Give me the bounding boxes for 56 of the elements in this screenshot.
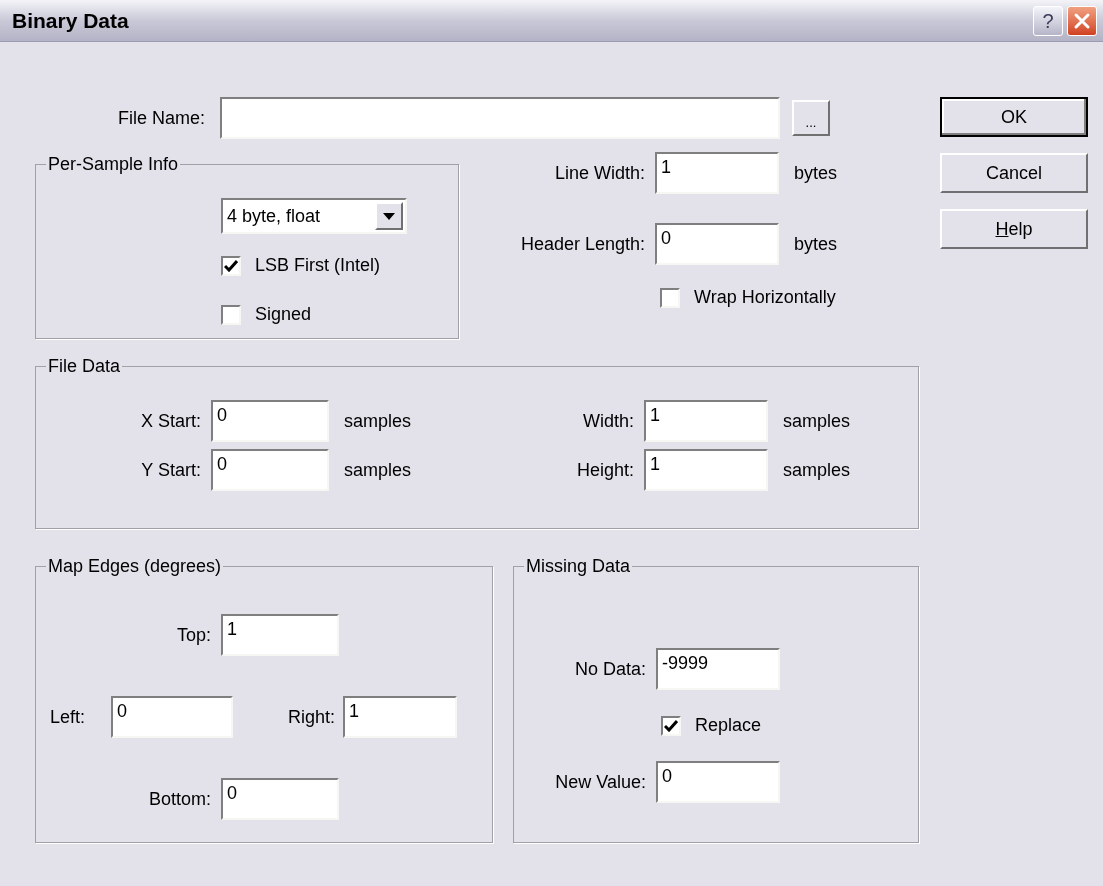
input-field[interactable]: 0 xyxy=(211,400,329,442)
field-label: Top: xyxy=(175,623,212,647)
checkbox-label: LSB First (Intel) xyxy=(255,254,381,277)
group-title: Map Edges (degrees) xyxy=(47,555,223,578)
input-field[interactable]: 1 xyxy=(644,449,768,491)
field-label: Header Length: xyxy=(519,232,646,256)
input-field[interactable]: 0 xyxy=(111,696,233,738)
dialog-button[interactable]: OK xyxy=(940,97,1088,137)
close-button[interactable] xyxy=(1067,5,1097,36)
unit-label: samples xyxy=(343,458,412,482)
checkbox[interactable] xyxy=(221,304,241,325)
field-label: Right: xyxy=(286,705,336,729)
checkmark-icon xyxy=(664,719,678,732)
checkmark-icon xyxy=(224,259,238,272)
field-label: Left: xyxy=(49,705,87,729)
checkbox-label: Wrap Horizontally xyxy=(694,286,836,309)
field-label: Line Width: xyxy=(553,161,646,185)
close-icon xyxy=(1073,11,1091,30)
input-field[interactable]: 1 xyxy=(644,400,768,442)
input-field[interactable]: 0 xyxy=(221,778,339,820)
checkbox-label: Signed xyxy=(255,303,312,326)
window-title: Binary Data xyxy=(12,7,130,34)
checkbox-label: Replace xyxy=(695,714,762,737)
field-label: No Data: xyxy=(573,657,647,681)
input-field[interactable]: 0 xyxy=(211,449,329,491)
unit-label: samples xyxy=(343,409,412,433)
group-title: File Data xyxy=(47,355,122,378)
input-field[interactable]: 1 xyxy=(221,614,339,656)
field-label: X Start: xyxy=(139,409,202,433)
dialog-button[interactable]: Help xyxy=(940,209,1088,249)
group-title: Per-Sample Info xyxy=(47,153,180,176)
file-name-field[interactable] xyxy=(220,97,780,139)
checkbox[interactable] xyxy=(660,287,680,308)
field-label: Bottom: xyxy=(147,787,212,811)
field-label: Width: xyxy=(582,409,635,433)
unit-label: samples xyxy=(782,409,851,433)
checkbox[interactable] xyxy=(221,255,241,276)
dialog-button[interactable]: Cancel xyxy=(940,153,1088,193)
unit-label: bytes xyxy=(793,232,838,256)
input-field[interactable]: 1 xyxy=(655,152,779,194)
checkbox[interactable] xyxy=(661,715,681,736)
input-field[interactable]: 1 xyxy=(343,696,457,738)
input-field[interactable]: 0 xyxy=(655,223,779,265)
field-label: New Value: xyxy=(554,770,647,794)
type-dropdown[interactable]: 4 byte, float xyxy=(221,198,407,234)
help-button[interactable]: ? xyxy=(1033,5,1063,36)
browse-button[interactable]: ... xyxy=(792,100,830,136)
group-title: Missing Data xyxy=(525,555,632,578)
input-field[interactable]: -9999 xyxy=(656,648,780,690)
input-field[interactable]: 0 xyxy=(656,761,780,803)
dropdown-arrow-icon xyxy=(383,212,395,220)
field-label: Height: xyxy=(575,458,635,482)
field-label: Y Start: xyxy=(140,458,202,482)
unit-label: bytes xyxy=(793,161,838,185)
unit-label: samples xyxy=(782,458,851,482)
field-label: File Name: xyxy=(116,106,206,130)
